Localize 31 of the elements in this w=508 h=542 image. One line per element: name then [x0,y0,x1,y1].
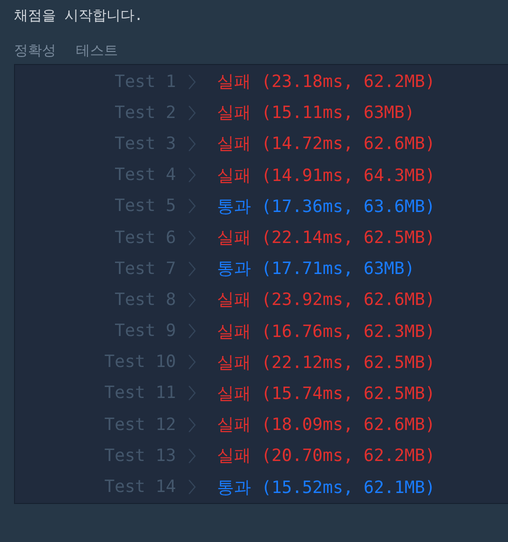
chevron-icon [188,416,196,433]
test-result: 실패 (22.12ms, 62.5MB) [217,352,436,374]
chevron-icon [188,167,196,184]
chevron-icon [188,104,196,121]
test-result: 통과 (15.52ms, 62.1MB) [217,476,436,499]
chevron-icon [188,74,196,90]
test-result: 실패 (15.11ms, 63MB) [217,102,415,124]
chevron-icon [188,323,196,340]
test-result: 실패 (14.91ms, 64.3MB) [217,164,436,187]
chevron-icon [188,354,196,370]
chevron-icon [188,385,196,402]
test-result: 실패 (23.92ms, 62.6MB) [217,289,436,312]
test-result: 실패 (14.72ms, 62.6MB) [217,133,436,156]
tab[interactable]: 테스트 [76,42,118,60]
status-message: 채점을 시작합니다. [13,7,144,26]
test-result: 실패 (16.76ms, 62.3MB) [217,320,436,343]
chevron-icon [188,448,196,464]
test-result: 실패 (22.14ms, 62.5MB) [217,227,436,250]
chevron-icon [188,136,196,152]
test-result: 실패 (23.18ms, 62.2MB) [217,71,436,94]
test-result: 통과 (17.71ms, 63MB) [217,258,415,280]
chevron-icon [188,198,196,214]
tab[interactable]: 정확성 [14,42,56,60]
test-result: 실패 (15.74ms, 62.5MB) [217,382,436,405]
test-result: 실패 (18.09ms, 62.6MB) [217,414,436,436]
test-result: 통과 (17.36ms, 63.6MB) [217,196,436,218]
test-result: 실패 (20.70ms, 62.2MB) [217,445,436,468]
chevron-icon [188,260,196,277]
chevron-icon [188,230,196,246]
chevron-icon [188,292,196,308]
chevron-icon [188,479,196,496]
